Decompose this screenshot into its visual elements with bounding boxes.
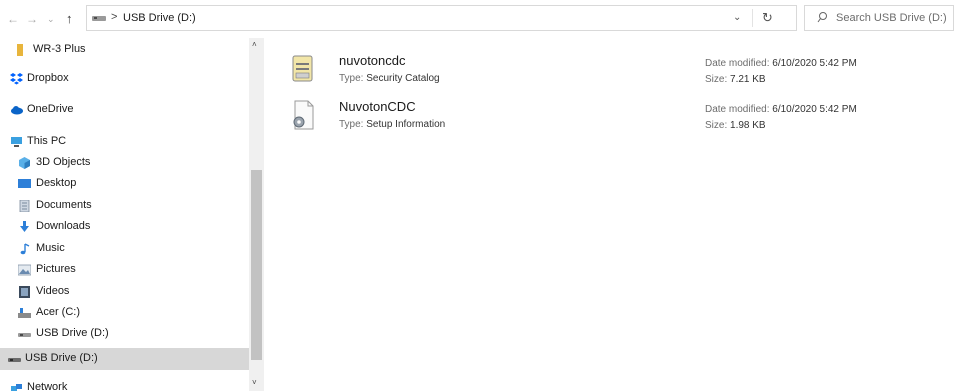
dropbox-icon	[10, 73, 23, 85]
file-size: Size: 1.98 KB	[705, 120, 766, 131]
navigation-scrollbar[interactable]: ˄ ˅	[249, 38, 264, 391]
nav-item-label: Pictures	[36, 263, 76, 275]
folder-icon	[17, 44, 23, 56]
back-button[interactable]: ←	[7, 11, 19, 27]
drive-icon	[18, 308, 31, 318]
nav-item-label: USB Drive (D:)	[36, 327, 109, 339]
file-name: nuvotoncdc	[339, 53, 406, 68]
nav-item-this-pc[interactable]: This PC	[0, 131, 250, 153]
nav-item-dropbox[interactable]: Dropbox	[0, 68, 250, 90]
nav-item-acer-c[interactable]: Acer (C:)	[0, 302, 250, 324]
nav-item-downloads[interactable]: Downloads	[0, 216, 250, 238]
search-placeholder: Search USB Drive (D:)	[836, 12, 947, 24]
nav-item-documents[interactable]: Documents	[0, 195, 250, 217]
nav-item-label: Music	[36, 242, 65, 254]
nav-item-label: Dropbox	[27, 72, 69, 84]
usb-drive-icon	[18, 333, 31, 337]
onedrive-icon	[11, 106, 23, 115]
usb-drive-icon	[92, 16, 106, 21]
address-toolbar: ← → ⌄ ↑ > USB Drive (D:) ⌄ ↻ Search USB …	[0, 0, 959, 38]
scrollbar-thumb[interactable]	[251, 170, 262, 360]
nav-item-label: WR-3 Plus	[33, 43, 86, 55]
nav-item-usb-drive[interactable]: USB Drive (D:)	[0, 323, 250, 345]
nav-item-label: USB Drive (D:)	[25, 352, 98, 364]
file-size: Size: 7.21 KB	[705, 74, 766, 85]
address-divider	[752, 9, 753, 27]
file-size-value: 7.21 KB	[730, 74, 766, 85]
pictures-icon	[18, 264, 31, 276]
nav-item-usb-drive-selected[interactable]: USB Drive (D:)	[0, 348, 249, 370]
file-date-value: 6/10/2020 5:42 PM	[772, 58, 857, 69]
nav-item-label: OneDrive	[27, 103, 74, 115]
recent-locations-button[interactable]: ⌄	[47, 11, 55, 27]
file-item[interactable]: nuvotoncdc Type: Security Catalog Date m…	[284, 48, 944, 94]
file-type: Type: Security Catalog	[339, 73, 440, 84]
nav-item-3d-objects[interactable]: 3D Objects	[0, 152, 250, 174]
chevron-down-icon[interactable]: ⌄	[733, 12, 741, 23]
music-icon	[20, 243, 30, 255]
nav-item-videos[interactable]: Videos	[0, 281, 250, 303]
nav-item-label: 3D Objects	[36, 156, 91, 168]
search-icon	[817, 12, 827, 23]
videos-icon	[19, 286, 30, 298]
network-icon	[11, 384, 22, 391]
nav-item-desktop[interactable]: Desktop	[0, 173, 250, 195]
file-type: Type: Setup Information	[339, 119, 446, 130]
search-box[interactable]: Search USB Drive (D:)	[804, 5, 954, 31]
file-date-modified: Date modified: 6/10/2020 5:42 PM	[705, 104, 857, 115]
file-list: nuvotoncdc Type: Security Catalog Date m…	[264, 38, 959, 391]
file-type-value: Security Catalog	[366, 73, 440, 84]
up-button[interactable]: ↑	[66, 11, 73, 27]
nav-item-onedrive[interactable]: OneDrive	[0, 99, 250, 121]
desktop-icon	[18, 179, 31, 188]
file-item[interactable]: NuvotonCDC Type: Setup Information Date …	[284, 94, 944, 140]
nav-item-label: Documents	[36, 199, 92, 211]
nav-item-label: Network	[27, 381, 68, 391]
navigation-pane: WR-3 Plus Dropbox OneDrive This PC 3D Ob…	[0, 38, 264, 391]
scroll-down-icon[interactable]: ˅	[252, 378, 257, 387]
address-bar[interactable]: > USB Drive (D:) ⌄ ↻	[86, 5, 797, 31]
file-type-value: Setup Information	[366, 119, 446, 130]
nav-item-label: This PC	[27, 135, 67, 147]
file-date-value: 6/10/2020 5:42 PM	[772, 104, 857, 115]
breadcrumb-separator[interactable]: >	[111, 11, 117, 23]
this-pc-icon	[11, 137, 22, 147]
nav-item-label: Videos	[36, 285, 70, 297]
3d-objects-icon	[19, 157, 30, 169]
downloads-icon	[20, 221, 29, 232]
nav-item-label: Desktop	[36, 177, 77, 189]
nav-item-music[interactable]: Music	[0, 238, 250, 260]
nav-item-wr3-plus[interactable]: WR-3 Plus	[0, 39, 250, 61]
security-catalog-icon	[292, 55, 313, 82]
file-date-modified: Date modified: 6/10/2020 5:42 PM	[705, 58, 857, 69]
nav-item-label: Acer (C:)	[36, 306, 80, 318]
documents-icon	[19, 200, 30, 212]
file-name: NuvotonCDC	[339, 99, 416, 114]
breadcrumb-usb-drive[interactable]: USB Drive (D:)	[123, 12, 196, 24]
forward-button[interactable]: →	[26, 11, 38, 27]
usb-drive-icon	[8, 358, 21, 362]
nav-item-pictures[interactable]: Pictures	[0, 259, 250, 281]
refresh-icon[interactable]: ↻	[762, 10, 773, 26]
nav-item-network[interactable]: Network	[0, 377, 250, 391]
setup-information-icon	[293, 100, 314, 130]
nav-item-label: Downloads	[36, 220, 91, 232]
file-size-value: 1.98 KB	[730, 120, 766, 131]
scroll-up-icon[interactable]: ˄	[252, 40, 257, 49]
